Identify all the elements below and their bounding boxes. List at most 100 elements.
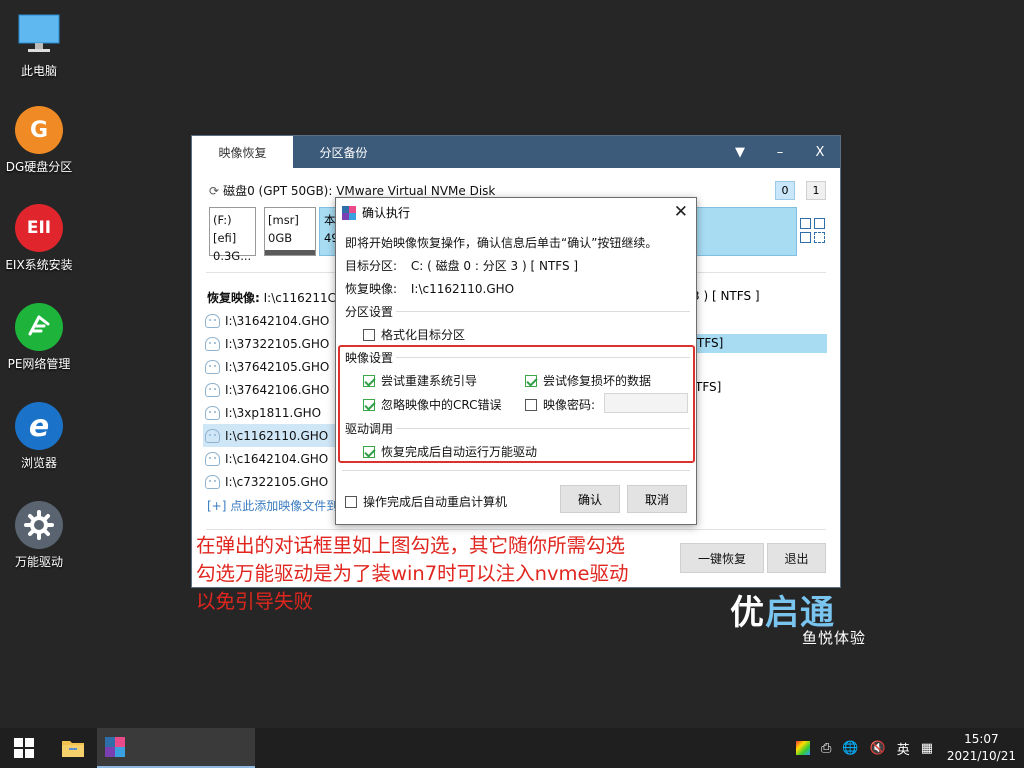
desktop-icon-browser[interactable]: e 浏览器	[0, 402, 78, 471]
file-name: I:\c1162110.GHO	[225, 428, 329, 443]
layout-grid-icon[interactable]	[800, 218, 826, 244]
image-value: I:\c1162110.GHO	[410, 282, 515, 296]
network-icon[interactable]: 🌐	[842, 741, 858, 756]
desktop-icon-pe-network[interactable]: PE网络管理	[0, 303, 78, 372]
brand-name-a: 优	[730, 593, 765, 633]
ghost-file-icon	[205, 313, 220, 328]
image-file-item[interactable]: I:\3xp1811.GHO	[203, 401, 343, 424]
checkbox-box[interactable]	[345, 495, 357, 508]
computer-icon	[15, 10, 63, 58]
taskbar: ⎙ 🌐 🔇 英 ▦ 15:07 2021/10/21	[0, 728, 1024, 768]
checkbox-box[interactable]	[363, 328, 375, 341]
restore-image-row: 恢复映像: I:\c1162110.GHO	[345, 280, 514, 297]
window-titlebar: 映像恢复 分区备份 ▼ – X	[192, 136, 840, 168]
desktop-icon-label: 此电脑	[20, 64, 57, 78]
restore-image-label: 恢复映像:	[207, 291, 260, 305]
checkbox-label: 格式化目标分区	[381, 328, 466, 342]
desktop-icon-label: DG硬盘分区	[5, 160, 73, 174]
start-button[interactable]	[0, 728, 48, 768]
disk-toggle-1[interactable]: 1	[806, 181, 826, 200]
ghost-file-icon	[205, 336, 220, 351]
desktop-icon-label: 万能驱动	[14, 555, 63, 569]
tab-partition-backup[interactable]: 分区备份	[293, 136, 394, 168]
volume-muted-icon[interactable]: 🔇	[870, 741, 886, 756]
format-target-checkbox[interactable]: 格式化目标分区	[363, 326, 465, 343]
color-display-icon[interactable]	[796, 741, 810, 755]
desktop-icon-driver[interactable]: 万能驱动	[0, 501, 78, 570]
image-label: 恢复映像:	[345, 282, 398, 296]
browser-icon: e	[15, 402, 63, 450]
disk-toggle-0[interactable]: 0	[775, 181, 795, 200]
image-file-item[interactable]: I:\c1162110.GHO	[203, 424, 343, 447]
taskbar-app-restore[interactable]	[97, 728, 255, 768]
partition-name: (F:)[efi]	[213, 213, 237, 245]
windows-icon	[14, 738, 34, 758]
keyboard-icon[interactable]: ▦	[921, 741, 933, 756]
brand-subtitle: 鱼悦体验	[802, 629, 867, 647]
image-file-item[interactable]: I:\37642106.GHO	[203, 378, 343, 401]
desktop-icon-eix[interactable]: EII EIX系统安装	[0, 204, 78, 273]
target-label: 目标分区:	[345, 259, 398, 273]
ime-language[interactable]: 英	[897, 739, 910, 758]
tab-image-restore[interactable]: 映像恢复	[192, 136, 293, 168]
usb-icon[interactable]: ⎙	[821, 741, 831, 756]
file-name: I:\37642106.GHO	[225, 382, 330, 397]
close-button[interactable]: X	[800, 136, 840, 168]
partition-usage-bar	[265, 250, 315, 255]
ghost-file-icon	[205, 359, 220, 374]
cancel-button[interactable]: 取消	[627, 485, 687, 513]
annotation-line: 在弹出的对话框里如上图勾选，其它随你所需勾选	[196, 534, 626, 557]
image-file-item[interactable]: I:\c1642104.GHO	[203, 447, 343, 470]
desktop-icon-label: PE网络管理	[7, 357, 71, 371]
file-name: I:\37642105.GHO	[225, 359, 330, 374]
refresh-icon[interactable]: ⟳	[209, 184, 219, 198]
image-file-item[interactable]: I:\37642105.GHO	[203, 355, 343, 378]
annotation-line: 勾选万能驱动是为了装win7时可以注入nvme驱动	[196, 562, 629, 585]
dropdown-button[interactable]: ▼	[720, 136, 760, 168]
eix-icon: EII	[15, 204, 63, 252]
annotation-highlight-box	[338, 345, 695, 463]
ghost-file-icon	[205, 474, 220, 489]
minimize-button[interactable]: –	[760, 136, 800, 168]
partition-size: 0GB	[268, 231, 293, 245]
image-file-item[interactable]: I:\c7322105.GHO	[203, 470, 343, 493]
dialog-titlebar: 确认执行	[342, 204, 410, 221]
desktop-icon-label: 浏览器	[20, 456, 57, 470]
ghost-file-icon	[205, 382, 220, 397]
one-key-restore-button[interactable]: 一键恢复	[680, 543, 764, 573]
restore-image-line: 恢复映像: I:\c116211C	[207, 289, 336, 306]
add-image-link[interactable]: [+] 点此添加映像文件到	[207, 497, 338, 514]
partition-msr[interactable]: [msr] 0GB	[264, 207, 316, 256]
partition-name: [msr]	[268, 213, 299, 227]
file-explorer-button[interactable]	[50, 728, 96, 768]
dialog-close-button[interactable]: ✕	[674, 202, 688, 222]
file-name: I:\c1642104.GHO	[225, 451, 329, 466]
network-manager-icon	[15, 303, 63, 351]
gear-icon	[15, 501, 63, 549]
desktop-icon-label: EIX系统安装	[5, 258, 73, 272]
clock[interactable]: 15:07 2021/10/21	[947, 731, 1016, 765]
system-tray: ⎙ 🌐 🔇 英 ▦	[796, 728, 933, 768]
partition-efi[interactable]: (F:)[efi] 0.3G...	[209, 207, 256, 263]
section-divider	[396, 311, 690, 312]
image-file-item[interactable]: I:\37322105.GHO	[203, 332, 343, 355]
dialog-title: 确认执行	[362, 206, 411, 220]
section-divider	[342, 470, 690, 471]
confirm-button[interactable]: 确认	[560, 485, 620, 513]
file-name: I:\37322105.GHO	[225, 336, 330, 351]
auto-reboot-checkbox[interactable]: 操作完成后自动重启计算机	[345, 493, 507, 510]
exit-button[interactable]: 退出	[767, 543, 826, 573]
image-file-list: I:\31642104.GHO I:\37322105.GHO I:\3764210…	[203, 309, 343, 493]
desktop-icon-diskgenius[interactable]: G DG硬盘分区	[0, 106, 78, 175]
annotation-text: 在弹出的对话框里如上图勾选，其它随你所需勾选 勾选万能驱动是为了装win7时可以…	[196, 532, 629, 616]
file-name: I:\31642104.GHO	[225, 313, 330, 328]
ghost-file-icon	[205, 405, 220, 420]
file-name: I:\c7322105.GHO	[225, 474, 329, 489]
app-icon	[105, 737, 125, 757]
list-right-highlight: TFS]	[695, 334, 827, 353]
image-file-item[interactable]: I:\31642104.GHO	[203, 309, 343, 332]
target-value: C: ( 磁盘 0 : 分区 3 ) [ NTFS ]	[410, 259, 579, 273]
desktop-icon-this-pc[interactable]: 此电脑	[0, 10, 78, 79]
restore-target-tail: 3 ) [ NTFS ]	[692, 289, 760, 303]
restore-image-value: I:\c116211C	[263, 291, 337, 305]
